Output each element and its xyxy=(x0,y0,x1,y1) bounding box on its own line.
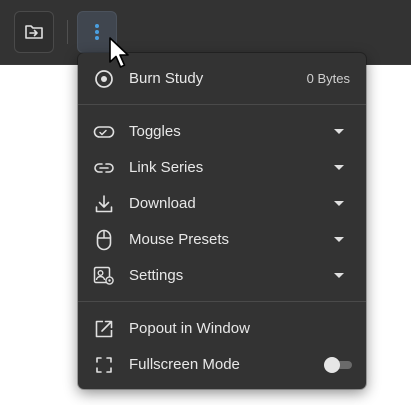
menu-item-label: Burn Study xyxy=(129,70,204,87)
mouse-cursor-icon xyxy=(108,36,132,70)
folder-import-icon xyxy=(24,23,44,41)
menu-item-label: Popout in Window xyxy=(129,320,250,337)
fullscreen-toggle[interactable] xyxy=(324,357,352,373)
download-icon xyxy=(93,194,115,214)
menu-item-label: Toggles xyxy=(129,123,181,140)
open-folder-button[interactable] xyxy=(14,11,54,53)
menu-item-download[interactable]: Download xyxy=(78,186,366,222)
menu-item-label: Mouse Presets xyxy=(129,231,230,248)
fullscreen-icon xyxy=(93,355,115,375)
menu-item-link-series[interactable]: Link Series xyxy=(78,150,366,186)
menu-item-mouse-presets[interactable]: Mouse Presets xyxy=(78,222,366,258)
burn-size-value: 0 Bytes xyxy=(306,71,350,86)
link-icon xyxy=(93,158,115,178)
mouse-icon xyxy=(93,229,115,251)
menu-item-label: Link Series xyxy=(129,159,204,176)
toolbar-divider xyxy=(67,20,68,44)
menu-divider xyxy=(78,301,366,302)
menu-item-toggles[interactable]: Toggles xyxy=(78,114,366,150)
menu-item-label: Fullscreen Mode xyxy=(129,356,240,373)
toggle-icon xyxy=(93,122,115,142)
menu-item-settings[interactable]: Settings xyxy=(78,258,366,294)
more-vertical-icon xyxy=(94,23,100,41)
menu-item-label: Settings xyxy=(129,267,184,284)
popout-icon xyxy=(93,319,115,339)
options-menu: Burn Study 0 Bytes Toggles Link Series D… xyxy=(78,53,366,389)
disc-icon xyxy=(93,69,115,89)
settings-icon xyxy=(93,266,115,286)
chevron-down-icon xyxy=(334,165,344,170)
menu-divider xyxy=(78,104,366,105)
toggle-knob xyxy=(324,357,340,373)
menu-item-label: Download xyxy=(129,195,196,212)
chevron-down-icon xyxy=(334,201,344,206)
chevron-down-icon xyxy=(334,237,344,242)
chevron-down-icon xyxy=(334,273,344,278)
menu-item-fullscreen[interactable]: Fullscreen Mode xyxy=(78,347,366,383)
menu-item-popout-window[interactable]: Popout in Window xyxy=(78,311,366,347)
chevron-down-icon xyxy=(334,129,344,134)
